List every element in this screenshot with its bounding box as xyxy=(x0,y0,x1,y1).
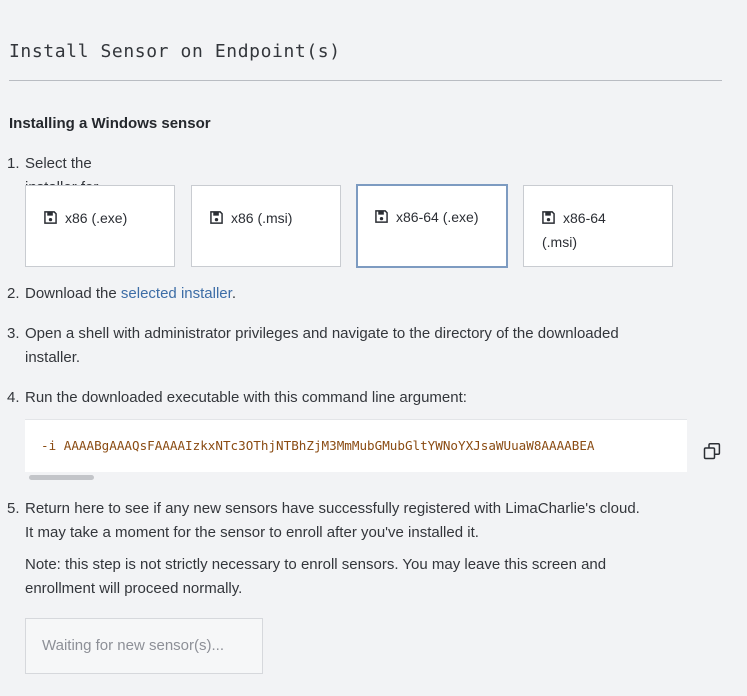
command-argument-box[interactable]: -i AAAABgAAAQsFAAAAIzkxNTc3OThjNTBhZjM3M… xyxy=(25,419,687,472)
save-icon xyxy=(375,210,388,223)
step-2: 2. Download the selected installer. xyxy=(7,282,236,306)
installer-label-continued: (.msi) xyxy=(542,234,577,250)
copy-icon[interactable] xyxy=(703,442,721,460)
save-icon xyxy=(542,211,555,224)
step-text-suffix: . xyxy=(231,285,236,302)
step-text: Return here to see if any new sensors ha… xyxy=(25,500,640,517)
step-1: 1. Select the installer for your archite… xyxy=(7,152,108,244)
save-icon xyxy=(44,211,57,224)
horizontal-scrollbar[interactable] xyxy=(29,475,94,480)
waiting-label: Waiting for new sensor(s)... xyxy=(42,637,224,654)
command-argument-text[interactable]: -i AAAABgAAAQsFAAAAIzkxNTc3OThjNTBhZjM3M… xyxy=(41,438,595,453)
step-number: 5. xyxy=(7,500,20,517)
step-note-continued: enrollment will proceed normally. xyxy=(25,580,243,597)
step-number: 3. xyxy=(7,325,20,342)
step-text-continued: installer. xyxy=(25,349,81,366)
installer-option-x86-64-exe[interactable]: x86-64 (.exe) xyxy=(356,184,508,268)
installer-label: x86 (.exe) xyxy=(65,210,128,226)
step-text: Open a shell with administrator privileg… xyxy=(25,325,619,342)
title-divider xyxy=(9,80,722,81)
installer-label: x86-64 xyxy=(563,210,606,226)
install-sensor-page: Install Sensor on Endpoint(s) Installing… xyxy=(0,0,747,696)
waiting-for-sensors-button[interactable]: Waiting for new sensor(s)... xyxy=(25,618,263,674)
step-3: 3. Open a shell with administrator privi… xyxy=(7,322,619,366)
step-text: Run the downloaded executable with this … xyxy=(25,389,467,406)
installer-option-x86-msi[interactable]: x86 (.msi) xyxy=(191,185,341,267)
selected-installer-link[interactable]: selected installer xyxy=(121,285,232,302)
step-note: Note: this step is not strictly necessar… xyxy=(25,556,607,573)
save-icon xyxy=(210,211,223,224)
step-text: Download the xyxy=(25,285,121,302)
step-4: 4. Run the downloaded executable with th… xyxy=(7,386,467,410)
step-5: 5. Return here to see if any new sensors… xyxy=(7,497,640,597)
installer-option-x86-exe[interactable]: x86 (.exe) xyxy=(25,185,175,267)
section-heading: Installing a Windows sensor xyxy=(9,115,211,132)
step-number: 2. xyxy=(7,285,20,302)
page-title: Install Sensor on Endpoint(s) xyxy=(9,41,341,62)
step-text-continued: It may take a moment for the sensor to e… xyxy=(25,524,479,541)
installer-option-x86-64-msi[interactable]: x86-64 (.msi) xyxy=(523,185,673,267)
installer-label: x86 (.msi) xyxy=(231,210,293,226)
step-number: 1. xyxy=(7,155,20,172)
installer-label: x86-64 (.exe) xyxy=(396,209,479,225)
step-number: 4. xyxy=(7,389,20,406)
